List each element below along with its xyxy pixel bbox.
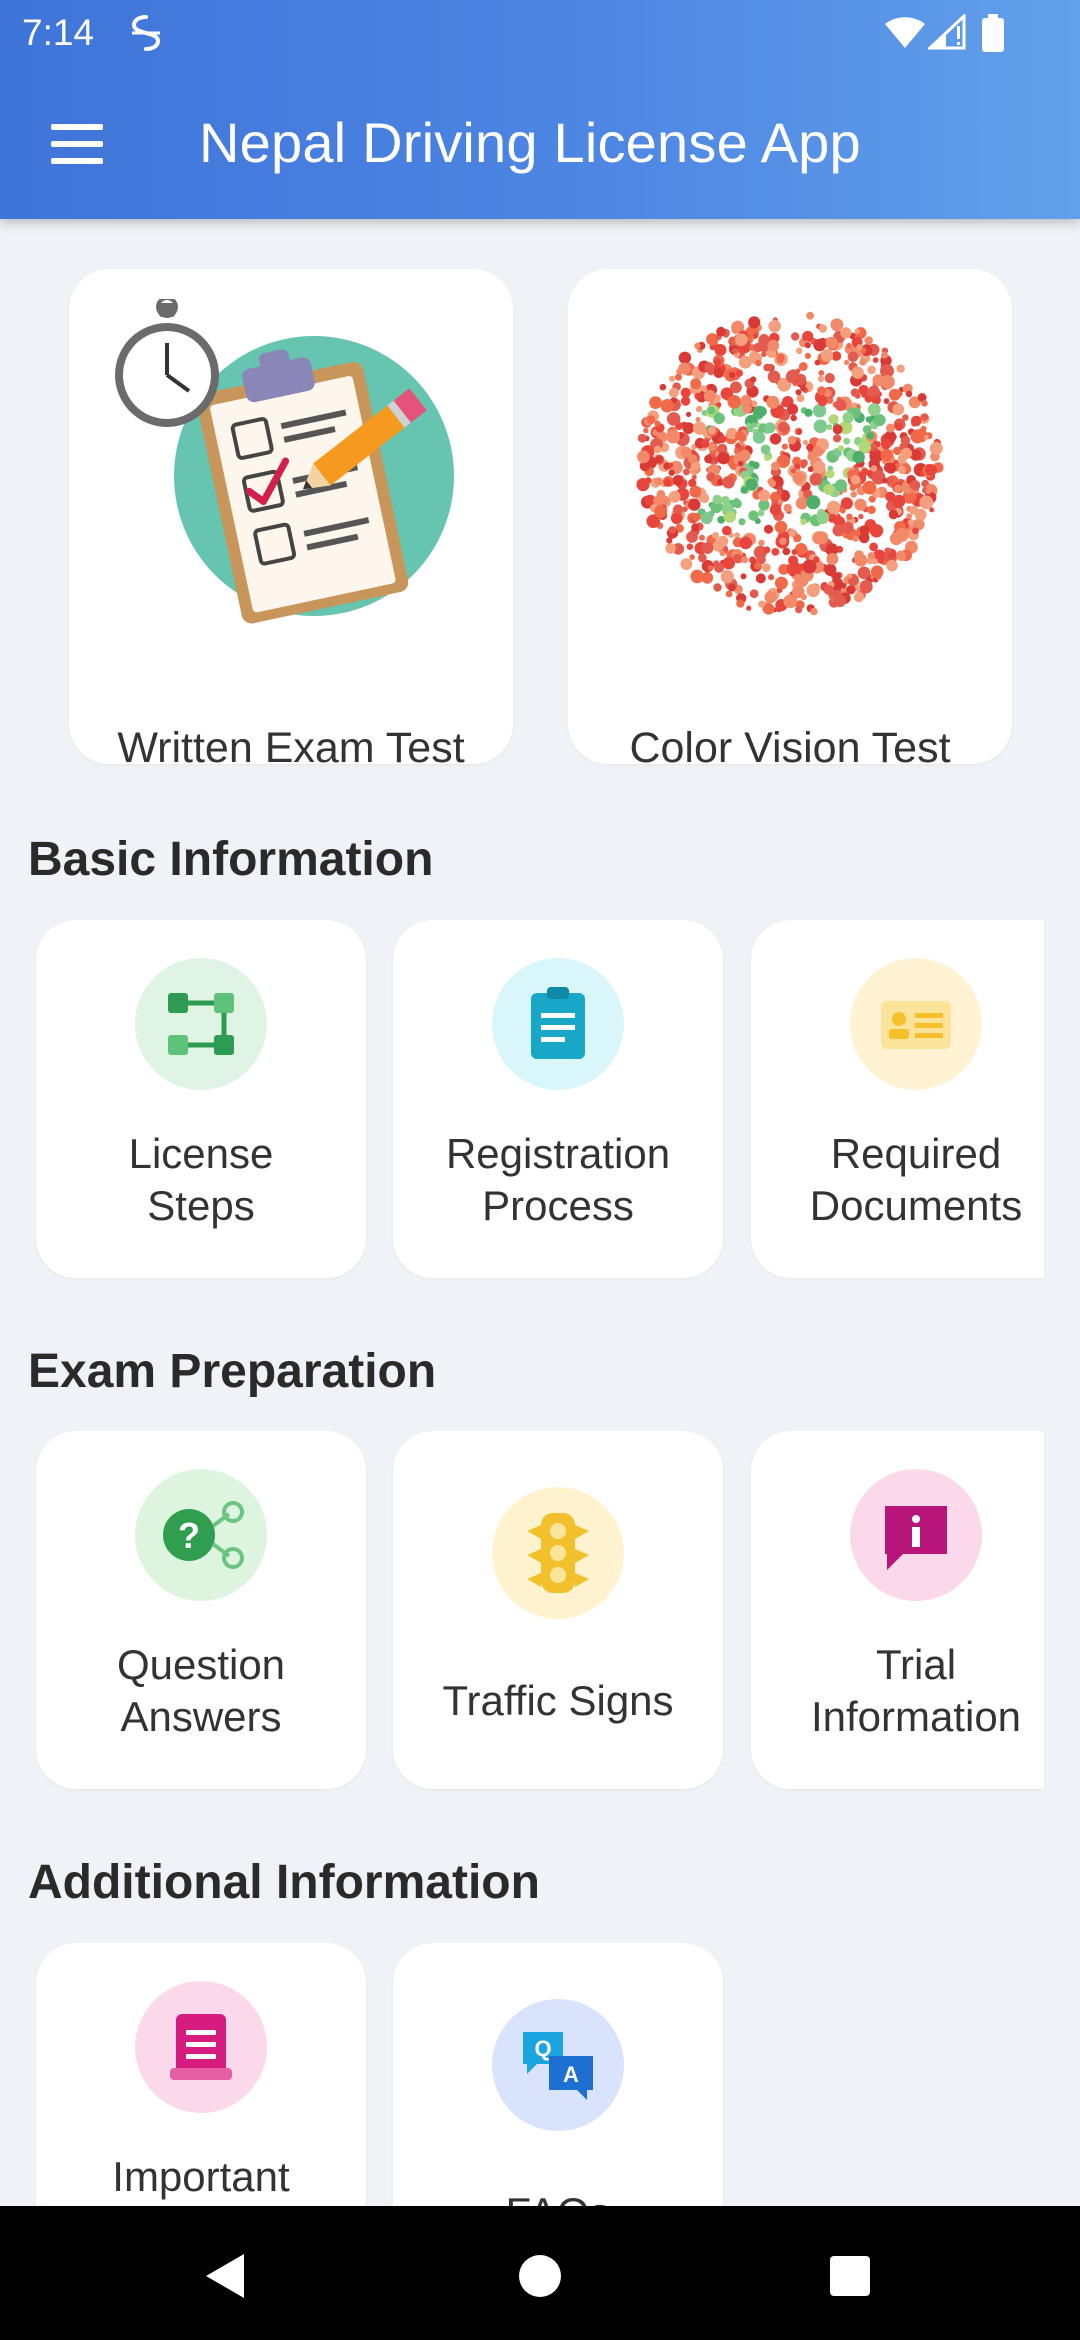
status-bar: 7:14 [0, 0, 1080, 66]
system-navigation-bar [0, 2206, 1080, 2340]
battery-icon [982, 14, 1004, 52]
color-vision-test-card[interactable]: Color Vision Test [568, 269, 1012, 772]
hamburger-menu-icon[interactable] [42, 114, 112, 174]
tile-label: Trial [875, 1641, 957, 1688]
section-title-additional-information: Additional Information [28, 1856, 540, 1909]
app-notification-icon [131, 15, 161, 51]
status-time: 7:14 [22, 12, 95, 53]
steps-flow-icon [135, 958, 267, 1090]
traffic-light-icon [492, 1487, 624, 1619]
svg-text:A: A [563, 2062, 579, 2087]
tile-faqs[interactable]: Q A FAQs [393, 1943, 723, 2206]
wifi-icon [885, 17, 925, 48]
tile-label: Answers [120, 1693, 282, 1740]
svg-text:Q: Q [534, 2036, 551, 2061]
tile-important[interactable]: Important [36, 1943, 366, 2206]
question-network-icon: ? [135, 1469, 267, 1601]
tile-question-answers[interactable]: ? Question Answers [36, 1431, 366, 1789]
section-title-basic-information: Basic Information [28, 833, 434, 886]
tile-label: Registration [445, 1130, 671, 1177]
tile-label: Steps [147, 1182, 255, 1229]
tile-label: Traffic Signs [442, 1677, 674, 1724]
tile-label: FAQs [393, 2187, 723, 2206]
info-chat-icon [850, 1469, 982, 1601]
tile-license-steps[interactable]: License Steps [36, 920, 366, 1278]
cell-signal-icon [928, 14, 966, 50]
notice-document-icon [135, 1981, 267, 2113]
tile-required-documents[interactable]: Required Documents [751, 920, 1044, 1278]
exam-clipboard-icon [115, 299, 454, 624]
written-exam-test-label: Written Exam Test [117, 724, 465, 772]
tile-label: License [128, 1130, 274, 1177]
tile-label: Information [810, 1693, 1022, 1740]
tile-registration-process[interactable]: Registration Process [393, 920, 723, 1278]
tile-label: Important [112, 2153, 290, 2200]
tile-label: Documents [809, 1182, 1023, 1229]
tile-trial-information[interactable]: Trial Information [751, 1431, 1044, 1789]
home-icon[interactable] [510, 2246, 570, 2306]
ishihara-plate-icon [636, 311, 944, 616]
qa-chat-icon: Q A [492, 1999, 624, 2131]
tile-traffic-signs[interactable]: Traffic Signs [393, 1431, 723, 1789]
back-icon[interactable] [196, 2246, 256, 2306]
tile-label: Process [482, 1182, 634, 1229]
id-card-icon [850, 958, 982, 1090]
recents-icon[interactable] [820, 2246, 880, 2306]
app-bar: 7:14 Nepal Driving License App [0, 0, 1080, 219]
written-exam-test-card[interactable]: Written Exam Test [69, 269, 513, 772]
clipboard-document-icon [492, 958, 624, 1090]
color-vision-test-label: Color Vision Test [629, 724, 951, 772]
tile-label: Required [830, 1130, 1002, 1177]
section-title-exam-preparation: Exam Preparation [28, 1345, 437, 1398]
main-content: Written Exam Test Color Vision Test Basi… [0, 219, 1080, 2206]
app-title: Nepal Driving License App [199, 111, 861, 174]
tile-label: Question [116, 1641, 286, 1688]
svg-text:?: ? [178, 1515, 200, 1556]
